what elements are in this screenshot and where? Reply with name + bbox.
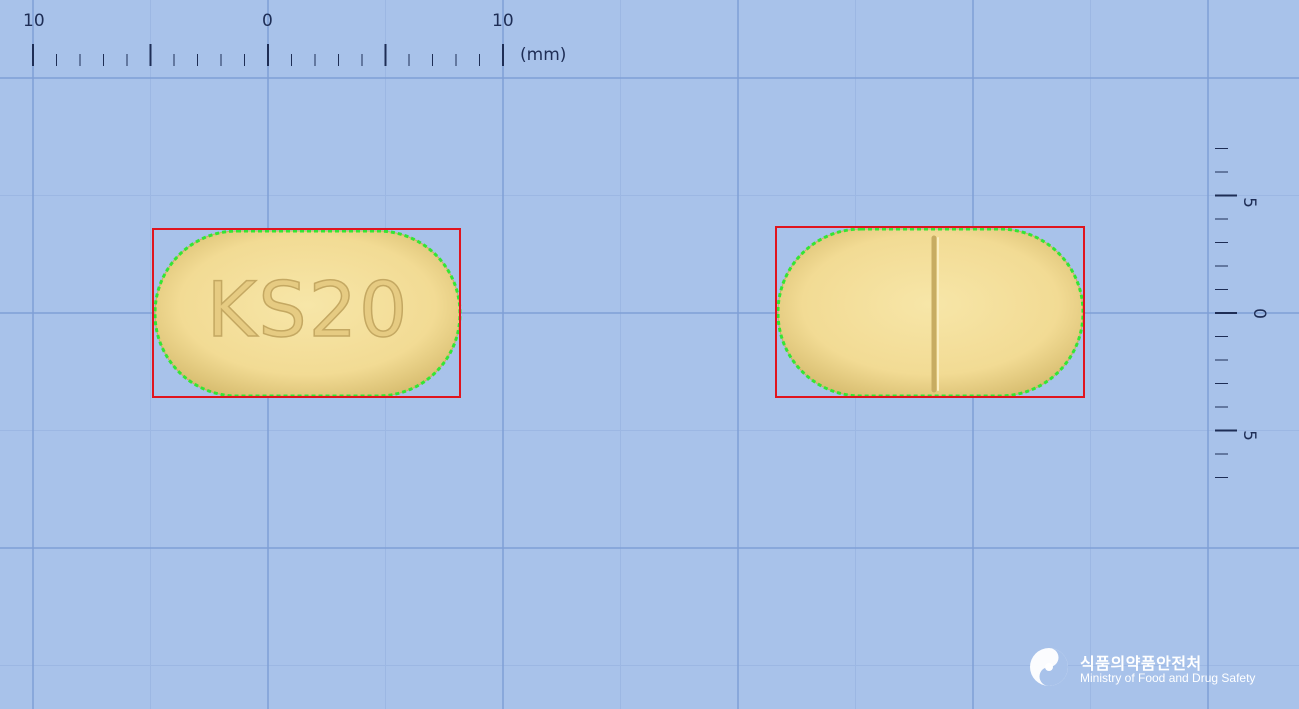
- pill-image-stage: KS20 10 0 10 (mm) 5 0 5 식품의약품안전처 Ministr…: [0, 0, 1299, 709]
- top-ruler: [32, 44, 504, 66]
- ruler-top-label-right: 10: [492, 11, 514, 31]
- ruler-right-label-center: 0: [1248, 308, 1269, 319]
- ruler-top-label-center: 0: [262, 11, 273, 31]
- ruler-right-label-bottom: 5: [1238, 430, 1259, 441]
- pill-back: [775, 226, 1085, 398]
- mfds-emblem-icon: [1030, 648, 1068, 686]
- ruler-top-label-left: 10: [23, 11, 45, 31]
- right-ruler: [1215, 148, 1237, 478]
- pill-front-imprint: KS20: [207, 265, 410, 354]
- logo-english-name: Ministry of Food and Drug Safety: [1080, 671, 1256, 685]
- grid-background: KS20: [0, 0, 1299, 709]
- pill-front: KS20: [152, 228, 462, 398]
- ruler-unit-label: (mm): [520, 45, 567, 65]
- ruler-right-label-top: 5: [1238, 197, 1259, 208]
